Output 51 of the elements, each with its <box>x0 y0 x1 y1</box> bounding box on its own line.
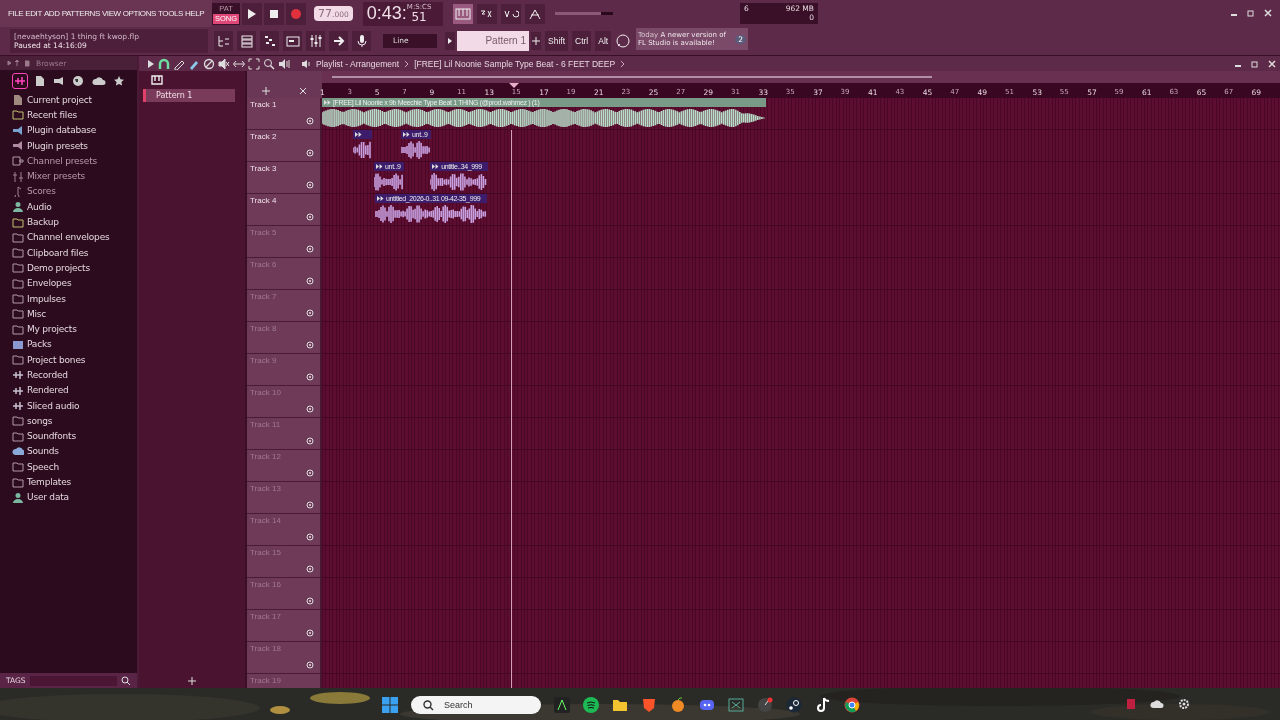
menu-item[interactable]: TOOLS <box>158 9 183 18</box>
menu-item[interactable]: PATTERNS <box>61 9 100 18</box>
track-header[interactable]: Track 1 <box>247 98 320 130</box>
browser-item[interactable]: My projects <box>12 321 137 337</box>
browser-item[interactable]: Current project <box>12 92 137 108</box>
browser-item[interactable]: Packs <box>12 336 137 353</box>
menu-item[interactable]: HELP <box>185 9 205 18</box>
modifier-key[interactable]: Shift <box>545 30 568 51</box>
browser-item[interactable]: Backup <box>12 214 137 230</box>
browser-item[interactable]: Speech <box>12 459 137 475</box>
search-field[interactable]: Search <box>411 696 541 714</box>
browser-item[interactable]: User data <box>12 489 137 505</box>
browser-item[interactable]: Misc <box>12 306 137 322</box>
track-name: Track 2 <box>250 132 277 141</box>
menu-item[interactable]: FILE <box>8 9 24 18</box>
modifier-key[interactable]: Ctrl <box>572 30 592 51</box>
browser-item[interactable]: songs <box>12 413 137 429</box>
browser-item[interactable]: Scores <box>12 183 137 200</box>
browser-item[interactable]: Soundfonts <box>12 428 137 444</box>
pattern-selector[interactable]: Pattern 1 <box>457 30 529 51</box>
browser-item[interactable]: Templates <box>12 474 137 490</box>
song-title[interactable]: [FREE] Lil Noonie Sample Type Beat - 6 FEET DEEP <box>414 58 616 69</box>
menu-item[interactable]: ADD <box>43 9 60 18</box>
browser-item[interactable]: Recorded <box>12 367 137 383</box>
browser-item[interactable]: Audio <box>12 199 137 215</box>
browser-item[interactable]: Plugin database <box>12 122 137 138</box>
track-name: Track 4 <box>250 196 277 205</box>
browser-item[interactable]: Recent files <box>12 107 137 123</box>
track-header[interactable]: Track 4 <box>247 194 320 226</box>
browser-item[interactable]: Mixer presets <box>12 168 137 184</box>
browser-item[interactable]: Sounds <box>12 443 137 460</box>
track-header[interactable]: Track 3 <box>247 162 320 194</box>
browser-item[interactable]: Channel envelopes <box>12 229 137 245</box>
browser-item[interactable]: Demo projects <box>12 260 137 276</box>
browser-item[interactable]: Plugin presets <box>12 137 137 154</box>
pattern-item[interactable]: Pattern 1 <box>143 89 235 102</box>
modifier-key[interactable]: Alt <box>595 30 612 51</box>
track-name: Track 1 <box>250 100 277 109</box>
playlist-title: Playlist - Arrangement <box>316 58 400 69</box>
browser-item[interactable]: Envelopes <box>12 275 137 291</box>
browser-item[interactable]: Project bones <box>12 352 137 368</box>
track-header[interactable]: Track 2 <box>247 130 320 162</box>
menu-item[interactable]: VIEW <box>101 9 121 18</box>
browser-item[interactable]: Rendered <box>12 382 137 398</box>
menu-item[interactable]: OPTIONS <box>122 9 156 18</box>
browser-item[interactable]: Impulses <box>12 290 137 307</box>
browser-item[interactable]: Channel presets <box>12 153 137 169</box>
menu-item[interactable]: EDIT <box>25 9 42 18</box>
browser-item[interactable]: Clipboard files <box>12 244 137 261</box>
track-name: Track 3 <box>250 164 277 173</box>
browser-item[interactable]: Sliced audio <box>12 397 137 414</box>
